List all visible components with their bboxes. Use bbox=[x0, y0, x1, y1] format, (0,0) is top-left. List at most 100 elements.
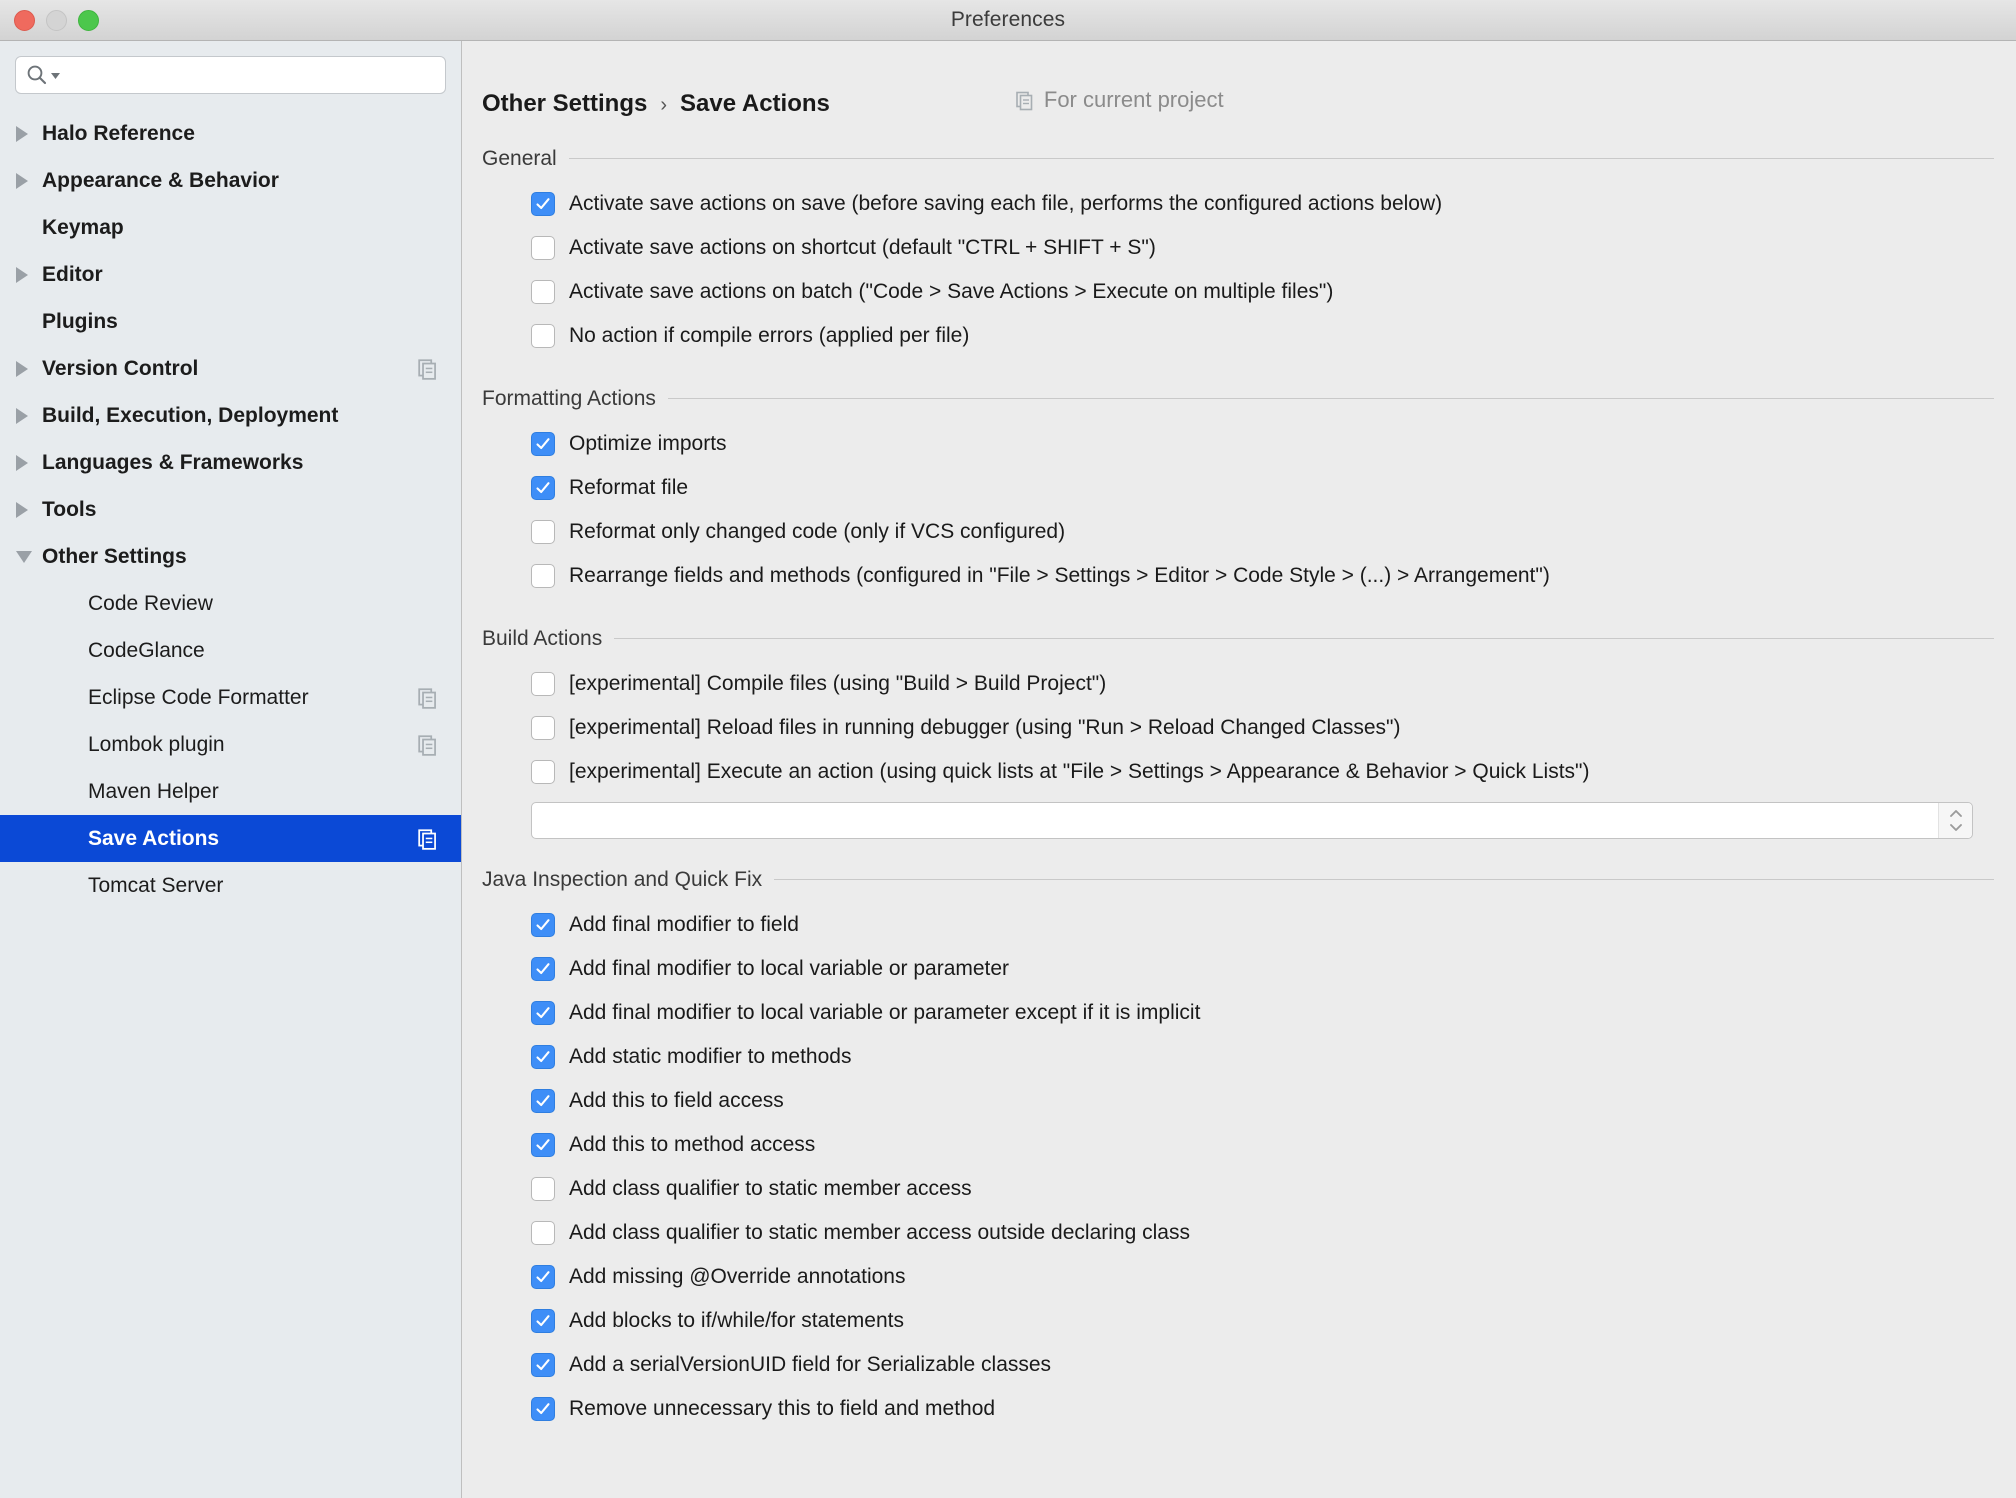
checkbox-row[interactable]: Add class qualifier to static member acc… bbox=[482, 1211, 1996, 1255]
checkbox-row[interactable]: Remove unnecessary this to field and met… bbox=[482, 1387, 1996, 1431]
checkbox-unchecked[interactable] bbox=[531, 671, 555, 696]
sidebar-item-tools[interactable]: Tools bbox=[0, 486, 461, 533]
sidebar-item-label: Editor bbox=[42, 262, 103, 286]
checkbox-row[interactable]: Reformat file bbox=[482, 466, 1996, 510]
sidebar-item-codeglance[interactable]: CodeGlance bbox=[0, 627, 461, 674]
chevron-down-icon[interactable] bbox=[16, 550, 42, 563]
checkbox-label: [experimental] Reload files in running d… bbox=[569, 715, 1401, 739]
chevron-right-icon[interactable] bbox=[16, 125, 42, 142]
checkbox-label: Add this to field access bbox=[569, 1088, 784, 1112]
checkbox-row[interactable]: Add static modifier to methods bbox=[482, 1035, 1996, 1079]
sidebar-item-version-control[interactable]: Version Control bbox=[0, 345, 461, 392]
sidebar-item-plugins[interactable]: Plugins bbox=[0, 298, 461, 345]
chevron-right-icon[interactable] bbox=[16, 501, 42, 518]
sidebar-item-editor[interactable]: Editor bbox=[0, 251, 461, 298]
checkbox-row[interactable]: Add class qualifier to static member acc… bbox=[482, 1167, 1996, 1211]
checkbox-checked[interactable] bbox=[531, 956, 555, 981]
section-divider bbox=[774, 879, 1994, 880]
chevron-right-icon[interactable] bbox=[16, 407, 42, 424]
checkbox-checked[interactable] bbox=[531, 1352, 555, 1377]
section-general: General Activate save actions on save (be… bbox=[482, 147, 1996, 358]
checkbox-row[interactable]: Add this to method access bbox=[482, 1123, 1996, 1167]
quick-list-input[interactable] bbox=[532, 802, 1938, 838]
window-title: Preferences bbox=[950, 8, 1066, 31]
checkbox-row[interactable]: [experimental] Compile files (using "Bui… bbox=[482, 662, 1996, 706]
checkbox-row[interactable]: [experimental] Execute an action (using … bbox=[482, 750, 1996, 794]
checkbox-row[interactable]: Add this to field access bbox=[482, 1079, 1996, 1123]
checkbox-checked[interactable] bbox=[531, 1132, 555, 1157]
search-box[interactable] bbox=[15, 56, 446, 94]
chevron-right-icon[interactable] bbox=[16, 172, 42, 189]
checkbox-row[interactable]: Add final modifier to local variable or … bbox=[482, 991, 1996, 1035]
checkbox-checked[interactable] bbox=[531, 431, 555, 456]
checkbox-checked[interactable] bbox=[531, 1308, 555, 1333]
checkbox-unchecked[interactable] bbox=[531, 235, 555, 260]
sidebar-item-keymap[interactable]: Keymap bbox=[0, 204, 461, 251]
checkbox-checked[interactable] bbox=[531, 475, 555, 500]
checkbox-row[interactable]: Rearrange fields and methods (configured… bbox=[482, 554, 1996, 598]
quick-list-combo[interactable] bbox=[531, 801, 1973, 839]
checkbox-row[interactable]: Add final modifier to local variable or … bbox=[482, 947, 1996, 991]
search-input[interactable] bbox=[67, 65, 435, 85]
sidebar-item-maven-helper[interactable]: Maven Helper bbox=[0, 768, 461, 815]
chevron-right-icon bbox=[16, 360, 28, 377]
sidebar-item-languages-frameworks[interactable]: Languages & Frameworks bbox=[0, 439, 461, 486]
checkbox-row[interactable]: Add a serialVersionUID field for Seriali… bbox=[482, 1343, 1996, 1387]
sidebar-item-save-actions[interactable]: Save Actions bbox=[0, 815, 461, 862]
checkbox-list: [experimental] Compile files (using "Bui… bbox=[482, 662, 1996, 794]
checkmark-icon bbox=[536, 918, 550, 930]
quick-list-combo-wrapper bbox=[482, 801, 1996, 839]
checkbox-label: Reformat file bbox=[569, 475, 689, 499]
chevron-right-icon[interactable] bbox=[16, 454, 42, 471]
checkbox-unchecked[interactable] bbox=[531, 1176, 555, 1201]
checkbox-row[interactable]: Add final modifier to field bbox=[482, 903, 1996, 947]
chevron-right-icon bbox=[16, 454, 28, 471]
checkbox-checked[interactable] bbox=[531, 1396, 555, 1421]
search-icon bbox=[26, 64, 61, 86]
chevron-right-icon[interactable] bbox=[16, 360, 42, 377]
settings-sections: General Activate save actions on save (be… bbox=[462, 147, 2016, 1431]
checkbox-unchecked[interactable] bbox=[531, 759, 555, 784]
chevron-down-icon bbox=[16, 550, 32, 563]
checkbox-row[interactable]: Activate save actions on batch ("Code > … bbox=[482, 270, 1996, 314]
checkbox-unchecked[interactable] bbox=[531, 323, 555, 348]
section-header: Java Inspection and Quick Fix bbox=[482, 868, 1996, 892]
checkbox-row[interactable]: Activate save actions on save (before sa… bbox=[482, 182, 1996, 226]
checkbox-row[interactable]: Optimize imports bbox=[482, 422, 1996, 466]
sidebar-item-other-settings[interactable]: Other Settings bbox=[0, 533, 461, 580]
breadcrumb-parent[interactable]: Other Settings bbox=[482, 90, 647, 118]
checkbox-row[interactable]: No action if compile errors (applied per… bbox=[482, 314, 1996, 358]
checkbox-unchecked[interactable] bbox=[531, 519, 555, 544]
sidebar-item-label: Lombok plugin bbox=[88, 732, 225, 756]
checkbox-unchecked[interactable] bbox=[531, 1220, 555, 1245]
sidebar-item-eclipse-code-formatter[interactable]: Eclipse Code Formatter bbox=[0, 674, 461, 721]
checkbox-row[interactable]: [experimental] Reload files in running d… bbox=[482, 706, 1996, 750]
checkbox-row[interactable]: Reformat only changed code (only if VCS … bbox=[482, 510, 1996, 554]
stepper-updown-icon[interactable] bbox=[1938, 802, 1972, 838]
checkbox-row[interactable]: Add blocks to if/while/for statements bbox=[482, 1299, 1996, 1343]
checkbox-checked[interactable] bbox=[531, 1044, 555, 1069]
checkbox-label: Add class qualifier to static member acc… bbox=[569, 1176, 972, 1200]
sidebar-item-tomcat-server[interactable]: Tomcat Server bbox=[0, 862, 461, 909]
sidebar-item-label: Tomcat Server bbox=[88, 873, 224, 897]
sidebar-item-code-review[interactable]: Code Review bbox=[0, 580, 461, 627]
checkbox-checked[interactable] bbox=[531, 1000, 555, 1025]
checkbox-checked[interactable] bbox=[531, 1264, 555, 1289]
checkbox-row[interactable]: Add missing @Override annotations bbox=[482, 1255, 1996, 1299]
checkbox-unchecked[interactable] bbox=[531, 279, 555, 304]
sidebar-item-appearance-behavior[interactable]: Appearance & Behavior bbox=[0, 157, 461, 204]
checkbox-row[interactable]: Activate save actions on shortcut (defau… bbox=[482, 226, 1996, 270]
checkbox-unchecked[interactable] bbox=[531, 563, 555, 588]
checkbox-list: Add final modifier to field Add final mod… bbox=[482, 903, 1996, 1431]
checkbox-checked[interactable] bbox=[531, 912, 555, 937]
checkbox-checked[interactable] bbox=[531, 1088, 555, 1113]
sidebar-item-lombok-plugin[interactable]: Lombok plugin bbox=[0, 721, 461, 768]
checkbox-label: Optimize imports bbox=[569, 431, 727, 455]
settings-sidebar: Halo Reference Appearance & Behavior Keyma… bbox=[0, 41, 462, 1498]
checkbox-checked[interactable] bbox=[531, 191, 555, 216]
sidebar-item-build-execution-deployment[interactable]: Build, Execution, Deployment bbox=[0, 392, 461, 439]
section-divider bbox=[614, 638, 1994, 639]
chevron-right-icon[interactable] bbox=[16, 266, 42, 283]
checkbox-unchecked[interactable] bbox=[531, 715, 555, 740]
sidebar-item-halo-reference[interactable]: Halo Reference bbox=[0, 110, 461, 157]
